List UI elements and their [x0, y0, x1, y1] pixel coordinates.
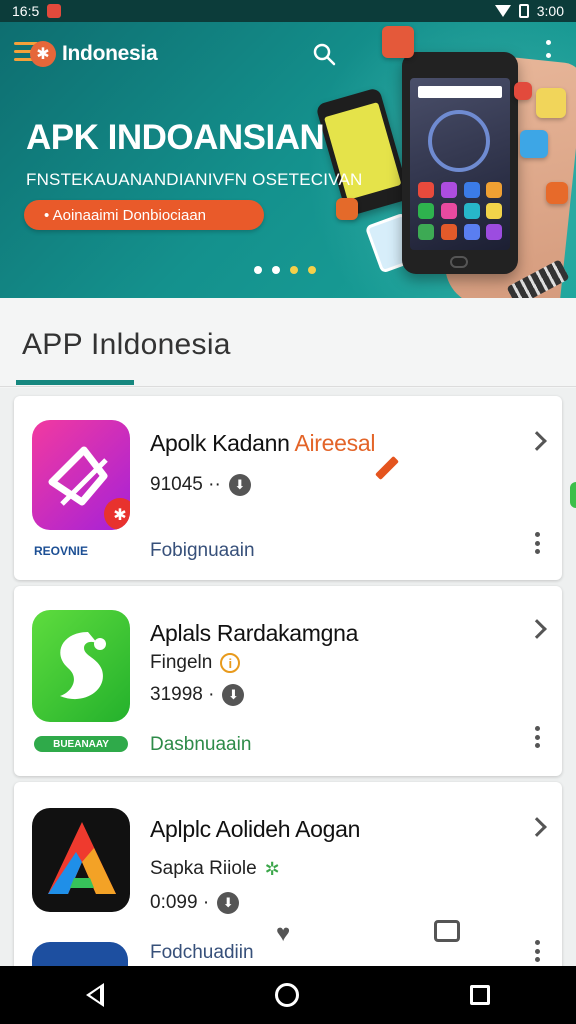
- app-badge: REOVNIE: [34, 544, 89, 558]
- chevron-right-icon[interactable]: [527, 817, 547, 837]
- status-right-text: 3:00: [536, 3, 564, 19]
- more-vert-icon[interactable]: [534, 532, 540, 554]
- app-name-highlight: Aireesal: [294, 430, 376, 456]
- battery-icon: [518, 4, 529, 18]
- app-meta: 0:099 · ⬇: [150, 892, 240, 914]
- status-right: 3:00: [494, 3, 564, 19]
- divider: [0, 386, 576, 387]
- app-sub-label: Fingeln i: [150, 652, 241, 674]
- chevron-right-icon[interactable]: [527, 619, 547, 639]
- app-logo-icon: ✱: [48, 446, 130, 530]
- developer-name: Fobignuaain: [150, 540, 255, 561]
- hero-banner[interactable]: ✱ Indonesia APK INDOANSIAN FNSTEKAUANAND…: [0, 22, 576, 298]
- app-name[interactable]: Aplals Rardakamgna: [150, 620, 358, 647]
- carousel-dot[interactable]: [308, 266, 316, 274]
- heart-icon[interactable]: ♥: [276, 920, 290, 948]
- app-meta: 31998 · ⬇: [150, 684, 245, 706]
- sparkle-icon: ✲: [264, 858, 280, 879]
- floating-app-icon: [520, 130, 548, 158]
- info-icon[interactable]: i: [220, 653, 241, 673]
- app-sub-label: Sapka Riiole ✲: [150, 858, 280, 880]
- banner-title: APK INDOANSIAN: [26, 118, 325, 157]
- recents-icon[interactable]: [470, 985, 491, 1005]
- status-bar: 16:5 3:00: [0, 0, 576, 22]
- back-icon[interactable]: [85, 983, 104, 1007]
- search-icon[interactable]: [312, 42, 336, 66]
- floating-app-icon: [336, 198, 358, 220]
- download-count: 0:099 ·: [150, 892, 210, 913]
- floating-app-icon: [514, 82, 532, 100]
- app-name-main: Apolk Kadann: [150, 430, 295, 456]
- app-logo-icon: [48, 822, 116, 894]
- gallery-icon[interactable]: [434, 920, 460, 942]
- brand-name: Indonesia: [62, 42, 158, 65]
- developer-name: Dasbnuaain: [150, 734, 252, 755]
- app-icon[interactable]: [32, 610, 130, 722]
- section-title: APP Inldonesia: [22, 328, 231, 361]
- app-category: Fingeln: [150, 652, 213, 673]
- phone-illustration: [402, 52, 518, 274]
- banner-subtitle: FNSTEKAUANANDIANIVFN OSETECIVAN: [26, 170, 363, 189]
- banner-cta-button[interactable]: • Aoinaaimi Donbiociaan: [24, 200, 264, 230]
- floating-app-icon: [546, 182, 568, 204]
- more-vert-icon[interactable]: [534, 726, 540, 748]
- svg-text:✱: ✱: [113, 505, 126, 524]
- download-count: 31998 ·: [150, 684, 215, 705]
- floating-app-icon: [536, 88, 566, 118]
- more-vert-icon[interactable]: [534, 940, 540, 962]
- app-name[interactable]: Apolk Kadann Aireesal: [150, 430, 375, 457]
- app-badge: BUEANAAY: [34, 736, 128, 752]
- app-meta: 91045 ·· ⬇: [150, 474, 251, 496]
- carousel-dot[interactable]: [254, 266, 262, 274]
- app-list-item[interactable]: ✱ Apolk Kadann Aireesal 91045 ·· ⬇ REOVN…: [14, 396, 562, 580]
- carousel-indicator[interactable]: [254, 266, 316, 274]
- carousel-dot[interactable]: [272, 266, 280, 274]
- app-logo-icon: [60, 632, 106, 700]
- chevron-right-icon[interactable]: [527, 431, 547, 451]
- developer-name: Fodchuadiin: [150, 942, 254, 963]
- app-category: Sapka Riiole: [150, 858, 257, 879]
- floating-app-icon: [382, 26, 414, 58]
- download-icon[interactable]: ⬇: [222, 684, 245, 706]
- edit-icon[interactable]: [374, 455, 400, 481]
- brand-logo: ✱: [30, 41, 56, 67]
- app-icon[interactable]: ✱: [32, 420, 130, 530]
- status-time: 16:5: [12, 3, 40, 19]
- signal-icon: [494, 5, 511, 17]
- app-list-item[interactable]: Aplplc Aolideh Aogan Sapka Riiole ✲ 0:09…: [14, 782, 562, 1002]
- download-icon[interactable]: ⬇: [217, 892, 240, 914]
- app-icon[interactable]: [32, 808, 130, 912]
- download-icon[interactable]: ⬇: [228, 474, 251, 496]
- section-tab-indicator: [16, 380, 134, 385]
- system-nav-bar: [0, 966, 576, 1024]
- section-header: APP Inldonesia: [0, 298, 576, 388]
- download-count: 91045 ··: [150, 474, 221, 495]
- carousel-dot-active[interactable]: [290, 266, 298, 274]
- status-left: 16:5: [12, 3, 62, 19]
- home-icon[interactable]: [274, 983, 299, 1007]
- notification-app-icon: [47, 4, 62, 18]
- edge-handle[interactable]: [570, 482, 576, 508]
- app-list-item[interactable]: Aplals Rardakamgna Fingeln i 31998 · ⬇ B…: [14, 586, 562, 776]
- app-name[interactable]: Aplplc Aolideh Aogan: [150, 816, 360, 843]
